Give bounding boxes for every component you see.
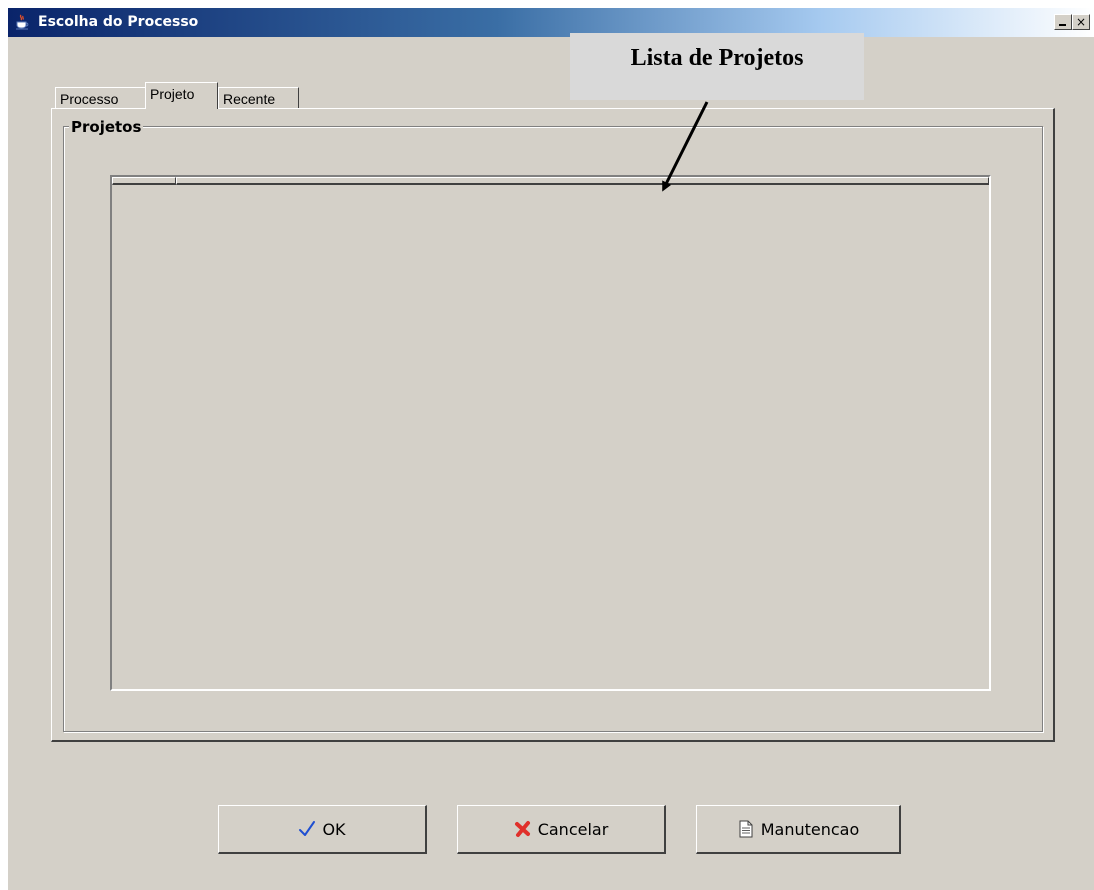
cancel-button[interactable]: Cancelar — [457, 805, 666, 854]
projects-table[interactable] — [110, 175, 991, 691]
maintenance-label: Manutencao — [760, 819, 860, 839]
java-cup-icon — [14, 14, 30, 30]
tab-projeto[interactable]: Projeto — [145, 82, 218, 109]
ok-button[interactable]: OK — [218, 805, 427, 854]
column-header-2[interactable] — [176, 177, 989, 185]
dialog-window: Escolha do Processo × Processo Recente P… — [8, 8, 1094, 890]
tab-recente[interactable]: Recente — [218, 87, 299, 108]
minimize-button[interactable] — [1054, 14, 1072, 30]
window-title: Escolha do Processo — [38, 14, 199, 30]
maintenance-button[interactable]: Manutencao — [696, 805, 901, 854]
group-title: Projetos — [69, 118, 144, 136]
callout-label: Lista de Projetos — [570, 33, 864, 100]
tab-label: Processo — [60, 91, 119, 107]
table-header — [112, 177, 989, 186]
minimize-icon — [1059, 24, 1066, 26]
cancel-label: Cancelar — [537, 819, 609, 839]
title-bar[interactable]: Escolha do Processo × — [8, 8, 1094, 37]
red-x-icon — [514, 820, 532, 838]
checkmark-icon — [298, 820, 316, 838]
ok-label: OK — [322, 819, 346, 839]
close-icon: × — [1075, 15, 1087, 29]
close-button[interactable]: × — [1072, 14, 1090, 30]
tab-processo[interactable]: Processo — [55, 87, 145, 108]
tab-label: Projeto — [150, 86, 195, 102]
document-icon — [737, 820, 755, 838]
column-header-1[interactable] — [112, 177, 176, 185]
tab-label: Recente — [223, 91, 276, 107]
